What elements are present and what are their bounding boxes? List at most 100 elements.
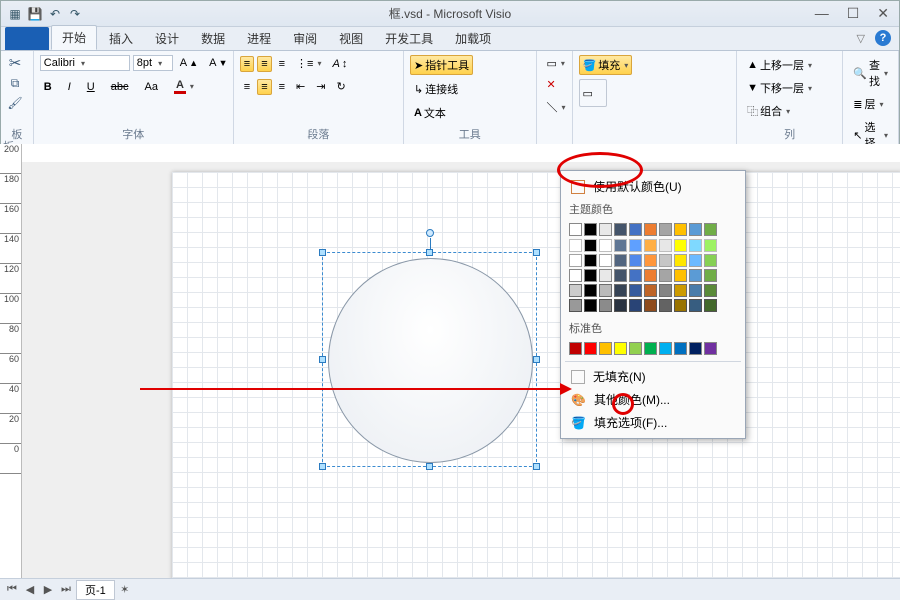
line-tool-button[interactable]: ＼ <box>543 97 570 117</box>
color-swatch[interactable] <box>569 239 582 252</box>
fill-button[interactable]: 🪣 填充 <box>579 55 633 75</box>
color-swatch[interactable] <box>584 239 597 252</box>
align-top-button[interactable]: ≡ <box>240 56 254 72</box>
color-swatch[interactable] <box>614 269 627 282</box>
color-swatch[interactable] <box>704 299 717 312</box>
drawing-page[interactable] <box>172 172 900 578</box>
color-swatch[interactable] <box>674 299 687 312</box>
color-swatch[interactable] <box>644 254 657 267</box>
fill-options-item[interactable]: 🪣 填充选项(F)... <box>561 411 745 434</box>
send-backward-button[interactable]: ▼ 下移一层 <box>743 78 816 98</box>
color-swatch[interactable] <box>689 254 702 267</box>
decrease-indent-button[interactable]: ⇤ <box>292 78 309 95</box>
group-button[interactable]: ⿻ 组合 <box>743 101 794 121</box>
color-swatch[interactable] <box>674 269 687 282</box>
color-swatch[interactable] <box>584 284 597 297</box>
color-swatch[interactable] <box>599 269 612 282</box>
color-swatch[interactable] <box>659 299 672 312</box>
color-swatch[interactable] <box>644 239 657 252</box>
color-swatch[interactable] <box>644 284 657 297</box>
bold-button[interactable]: B <box>40 79 56 95</box>
tab-home[interactable]: 开始 <box>51 25 97 50</box>
color-swatch[interactable] <box>614 223 627 236</box>
color-swatch[interactable] <box>599 284 612 297</box>
resize-handle[interactable] <box>319 356 326 363</box>
close-button[interactable]: ✕ <box>877 5 889 22</box>
color-swatch[interactable] <box>629 269 642 282</box>
connector-tool-button[interactable]: ↳ 连接线 <box>410 79 462 99</box>
tab-file[interactable]: 文件 <box>5 27 49 50</box>
ribbon-minimize-icon[interactable]: ▽ <box>857 32 865 45</box>
more-colors-item[interactable]: 🎨 其他颜色(M)... <box>561 388 745 411</box>
color-swatch[interactable] <box>584 223 597 236</box>
color-swatch[interactable] <box>689 239 702 252</box>
align-bottom-button[interactable]: ≡ <box>275 56 289 72</box>
color-swatch[interactable] <box>584 342 597 355</box>
color-swatch[interactable] <box>629 223 642 236</box>
color-swatch[interactable] <box>689 299 702 312</box>
color-swatch[interactable] <box>674 254 687 267</box>
shrink-font-button[interactable]: A▼ <box>205 55 231 71</box>
color-swatch[interactable] <box>569 284 582 297</box>
color-swatch[interactable] <box>614 342 627 355</box>
color-swatch[interactable] <box>644 269 657 282</box>
help-icon[interactable]: ? <box>875 30 891 46</box>
copy-icon[interactable]: ⧉ <box>7 75 23 91</box>
resize-handle[interactable] <box>426 463 433 470</box>
page-tab[interactable]: 页-1 <box>76 580 115 600</box>
color-swatch[interactable] <box>629 284 642 297</box>
circle-shape[interactable] <box>328 258 533 463</box>
prev-page-button[interactable]: ◀ <box>22 583 38 596</box>
color-swatch[interactable] <box>659 223 672 236</box>
redo-icon[interactable]: ↷ <box>67 6 83 22</box>
color-swatch[interactable] <box>569 223 582 236</box>
align-middle-button[interactable]: ≡ <box>257 56 271 72</box>
tab-dev[interactable]: 开发工具 <box>375 27 443 50</box>
find-button[interactable]: 🔍 查找 <box>849 55 892 91</box>
color-swatch[interactable] <box>569 269 582 282</box>
last-page-button[interactable]: ⏭ <box>58 583 74 596</box>
quick-style-button[interactable]: ▭ <box>579 79 607 107</box>
color-swatch[interactable] <box>614 254 627 267</box>
color-swatch[interactable] <box>689 342 702 355</box>
undo-icon[interactable]: ↶ <box>47 6 63 22</box>
color-swatch[interactable] <box>674 284 687 297</box>
tab-review[interactable]: 审阅 <box>283 27 327 50</box>
new-page-button[interactable]: ✶ <box>117 583 133 596</box>
grow-font-button[interactable]: A▲ <box>176 55 202 71</box>
color-swatch[interactable] <box>569 299 582 312</box>
text-direction-button[interactable]: A↕ <box>328 56 351 72</box>
color-swatch[interactable] <box>614 239 627 252</box>
tab-insert[interactable]: 插入 <box>99 27 143 50</box>
maximize-button[interactable]: ☐ <box>847 5 860 22</box>
minimize-button[interactable]: — <box>815 5 829 22</box>
color-swatch[interactable] <box>674 223 687 236</box>
rectangle-tool-button[interactable]: ▭ <box>543 55 569 72</box>
color-swatch[interactable] <box>704 239 717 252</box>
cut-icon[interactable]: ✂ <box>7 55 23 71</box>
resize-handle[interactable] <box>533 249 540 256</box>
resize-handle[interactable] <box>319 463 326 470</box>
layers-button[interactable]: ≣ 层 <box>849 94 887 114</box>
color-swatch[interactable] <box>659 254 672 267</box>
resize-handle[interactable] <box>533 356 540 363</box>
color-swatch[interactable] <box>659 284 672 297</box>
color-swatch[interactable] <box>704 284 717 297</box>
first-page-button[interactable]: ⏮ <box>4 583 20 596</box>
color-swatch[interactable] <box>599 223 612 236</box>
pointer-tool-button[interactable]: ➤ 指针工具 <box>410 55 473 75</box>
color-swatch[interactable] <box>674 342 687 355</box>
delete-icon[interactable]: ✕ <box>543 76 560 93</box>
color-swatch[interactable] <box>689 284 702 297</box>
color-swatch[interactable] <box>704 254 717 267</box>
color-swatch[interactable] <box>704 223 717 236</box>
color-swatch[interactable] <box>584 299 597 312</box>
color-swatch[interactable] <box>599 254 612 267</box>
rotate-text-button[interactable]: ↻ <box>332 78 349 95</box>
resize-handle[interactable] <box>426 249 433 256</box>
color-swatch[interactable] <box>704 269 717 282</box>
color-swatch[interactable] <box>584 269 597 282</box>
color-swatch[interactable] <box>599 342 612 355</box>
resize-handle[interactable] <box>533 463 540 470</box>
color-swatch[interactable] <box>704 342 717 355</box>
